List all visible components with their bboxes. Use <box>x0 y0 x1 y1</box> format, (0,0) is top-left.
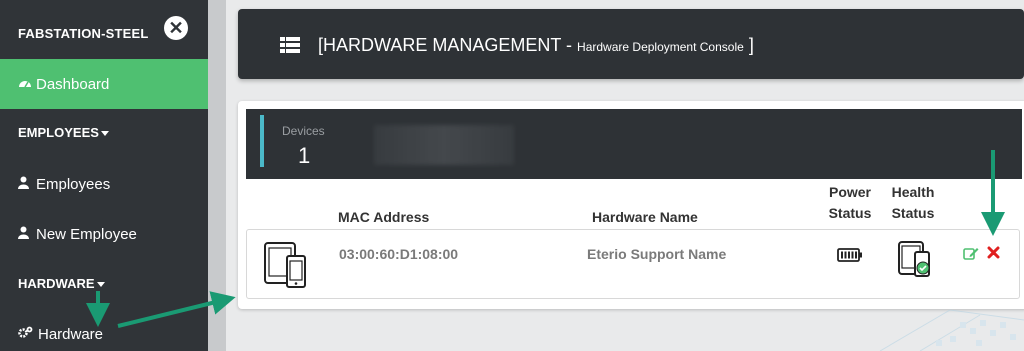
accent-bar <box>260 115 264 167</box>
devices-icon <box>263 240 309 293</box>
table-row[interactable]: 03:00:60:D1:08:00 Eterio Support Name <box>246 229 1020 299</box>
column-health-status: Health Status <box>886 182 940 224</box>
blurred-region <box>374 125 514 165</box>
sidebar: FABSTATION-STEEL ✕ Dashboard EMPLOYEES E… <box>0 0 208 351</box>
sidebar-item-label: Employees <box>36 175 111 193</box>
sidebar-item-hardware[interactable]: Hardware <box>0 309 208 351</box>
close-icon[interactable]: ✕ <box>164 16 188 40</box>
column-hardware-name: Hardware Name <box>592 209 698 225</box>
battery-full-icon <box>837 248 863 267</box>
mac-address: 03:00:60:D1:08:00 <box>339 246 459 262</box>
caret-down-icon <box>100 131 109 137</box>
sidebar-item-employees[interactable]: Employees <box>0 159 208 209</box>
user-icon <box>18 226 32 242</box>
title-bracket: ] <box>748 35 754 55</box>
sidebar-item-dashboard[interactable]: Dashboard <box>0 59 208 109</box>
hardware-name: Eterio Support Name <box>587 246 727 262</box>
device-health-check-icon <box>897 240 933 283</box>
sidebar-item-label: Dashboard <box>36 75 110 93</box>
user-icon <box>18 176 32 192</box>
sidebar-item-new-employee[interactable]: New Employee <box>0 209 208 259</box>
title-text: HARDWARE MANAGEMENT - <box>323 35 573 55</box>
column-power-status: Power Status <box>822 182 878 224</box>
brand-name: FABSTATION-STEEL <box>18 26 149 41</box>
column-label: Status <box>828 205 872 221</box>
column-label: Power <box>828 184 871 200</box>
sidebar-item-label: Hardware <box>38 325 104 343</box>
sidebar-item-label: New Employee <box>36 225 137 243</box>
list-icon[interactable] <box>280 37 300 58</box>
devices-label: Devices <box>282 124 325 138</box>
caret-down-icon <box>96 282 105 288</box>
section-label: HARDWARE <box>18 276 95 291</box>
section-label: EMPLOYEES <box>18 125 99 140</box>
devices-count: 1 <box>298 143 311 168</box>
cogs-icon <box>18 326 34 342</box>
section-employees[interactable]: EMPLOYEES <box>18 125 109 140</box>
devices-summary: Devices 1 <box>246 109 1022 179</box>
edit-icon[interactable] <box>963 246 979 265</box>
page-header: [HARDWARE MANAGEMENT - Hardware Deployme… <box>238 9 1024 79</box>
column-mac-address: MAC Address <box>338 209 430 225</box>
devices-card: Devices 1 MAC Address Hardware Name Powe… <box>238 101 1024 309</box>
sidebar-scroll-gutter <box>208 0 226 351</box>
page-title: [HARDWARE MANAGEMENT - Hardware Deployme… <box>318 35 754 56</box>
decorative-pattern <box>879 309 1024 351</box>
delete-icon[interactable] <box>987 246 1000 264</box>
column-label: Health <box>891 184 935 200</box>
section-hardware[interactable]: HARDWARE <box>18 276 105 291</box>
column-label: Status <box>891 205 935 221</box>
dashboard-icon <box>18 77 32 92</box>
page-subtitle: Hardware Deployment Console <box>577 40 744 54</box>
